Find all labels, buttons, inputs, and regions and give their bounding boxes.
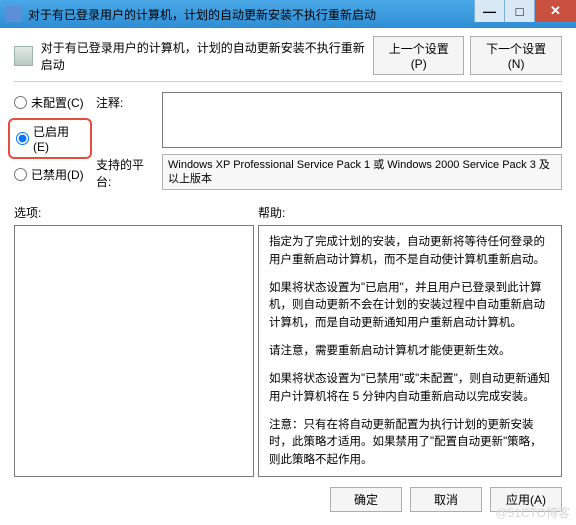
policy-title: 对于有已登录用户的计算机，计划的自动更新安装不执行重新启动 bbox=[41, 39, 365, 73]
ok-button[interactable]: 确定 bbox=[330, 487, 402, 512]
radio-disabled-input[interactable] bbox=[14, 168, 27, 181]
radio-enabled[interactable]: 已启用(E) bbox=[16, 123, 84, 154]
radio-enabled-label: 已启用(E) bbox=[33, 123, 84, 154]
help-text: 如果将状态设置为"已启用"，并且用户已登录到此计算机，则自动更新不会在计划的安装… bbox=[269, 280, 551, 333]
options-panel bbox=[14, 225, 254, 477]
help-text: 请注意，需要重新启动计算机才能使更新生效。 bbox=[269, 343, 551, 361]
state-radio-group: 未配置(C) 已启用(E) 已禁用(D) bbox=[14, 92, 86, 190]
platform-label: 支持的平台: bbox=[96, 154, 156, 190]
radio-not-configured-input[interactable] bbox=[14, 96, 27, 109]
radio-enabled-input[interactable] bbox=[16, 132, 29, 145]
cancel-button[interactable]: 取消 bbox=[410, 487, 482, 512]
comment-label: 注释: bbox=[96, 92, 156, 148]
maximize-button[interactable]: □ bbox=[504, 0, 534, 22]
header-row: 对于有已登录用户的计算机，计划的自动更新安装不执行重新启动 上一个设置(P) 下… bbox=[14, 36, 562, 75]
window-title: 对于有已登录用户的计算机，计划的自动更新安装不执行重新启动 bbox=[28, 6, 376, 23]
titlebar: 对于有已登录用户的计算机，计划的自动更新安装不执行重新启动 — □ ✕ bbox=[0, 0, 576, 28]
close-button[interactable]: ✕ bbox=[534, 0, 576, 22]
prev-setting-button[interactable]: 上一个设置(P) bbox=[373, 36, 464, 75]
help-text: 指定为了完成计划的安装，自动更新将等待任何登录的用户重新启动计算机，而不是自动使… bbox=[269, 234, 551, 270]
platform-text: Windows XP Professional Service Pack 1 或… bbox=[162, 154, 562, 190]
divider bbox=[14, 81, 562, 82]
help-panel[interactable]: 指定为了完成计划的安装，自动更新将等待任何登录的用户重新启动计算机，而不是自动使… bbox=[258, 225, 562, 477]
help-text: 如果将状态设置为"已禁用"或"未配置"，则自动更新通知用户计算机将在 5 分钟内… bbox=[269, 371, 551, 407]
comment-input[interactable] bbox=[162, 92, 562, 148]
minimize-button[interactable]: — bbox=[474, 0, 504, 22]
options-label: 选项: bbox=[14, 204, 258, 221]
app-icon bbox=[6, 6, 22, 22]
radio-disabled[interactable]: 已禁用(D) bbox=[14, 166, 86, 183]
radio-not-configured[interactable]: 未配置(C) bbox=[14, 94, 86, 111]
radio-disabled-label: 已禁用(D) bbox=[31, 166, 84, 183]
window-controls: — □ ✕ bbox=[474, 0, 576, 22]
next-setting-button[interactable]: 下一个设置(N) bbox=[470, 36, 562, 75]
policy-icon bbox=[14, 46, 33, 66]
footer: 确定 取消 应用(A) bbox=[14, 487, 562, 512]
help-label: 帮助: bbox=[258, 204, 285, 221]
help-text: 注意：只有在将自动更新配置为执行计划的更新安装时，此策略才适用。如果禁用了"配置… bbox=[269, 417, 551, 470]
radio-not-configured-label: 未配置(C) bbox=[31, 94, 84, 111]
apply-button[interactable]: 应用(A) bbox=[490, 487, 562, 512]
